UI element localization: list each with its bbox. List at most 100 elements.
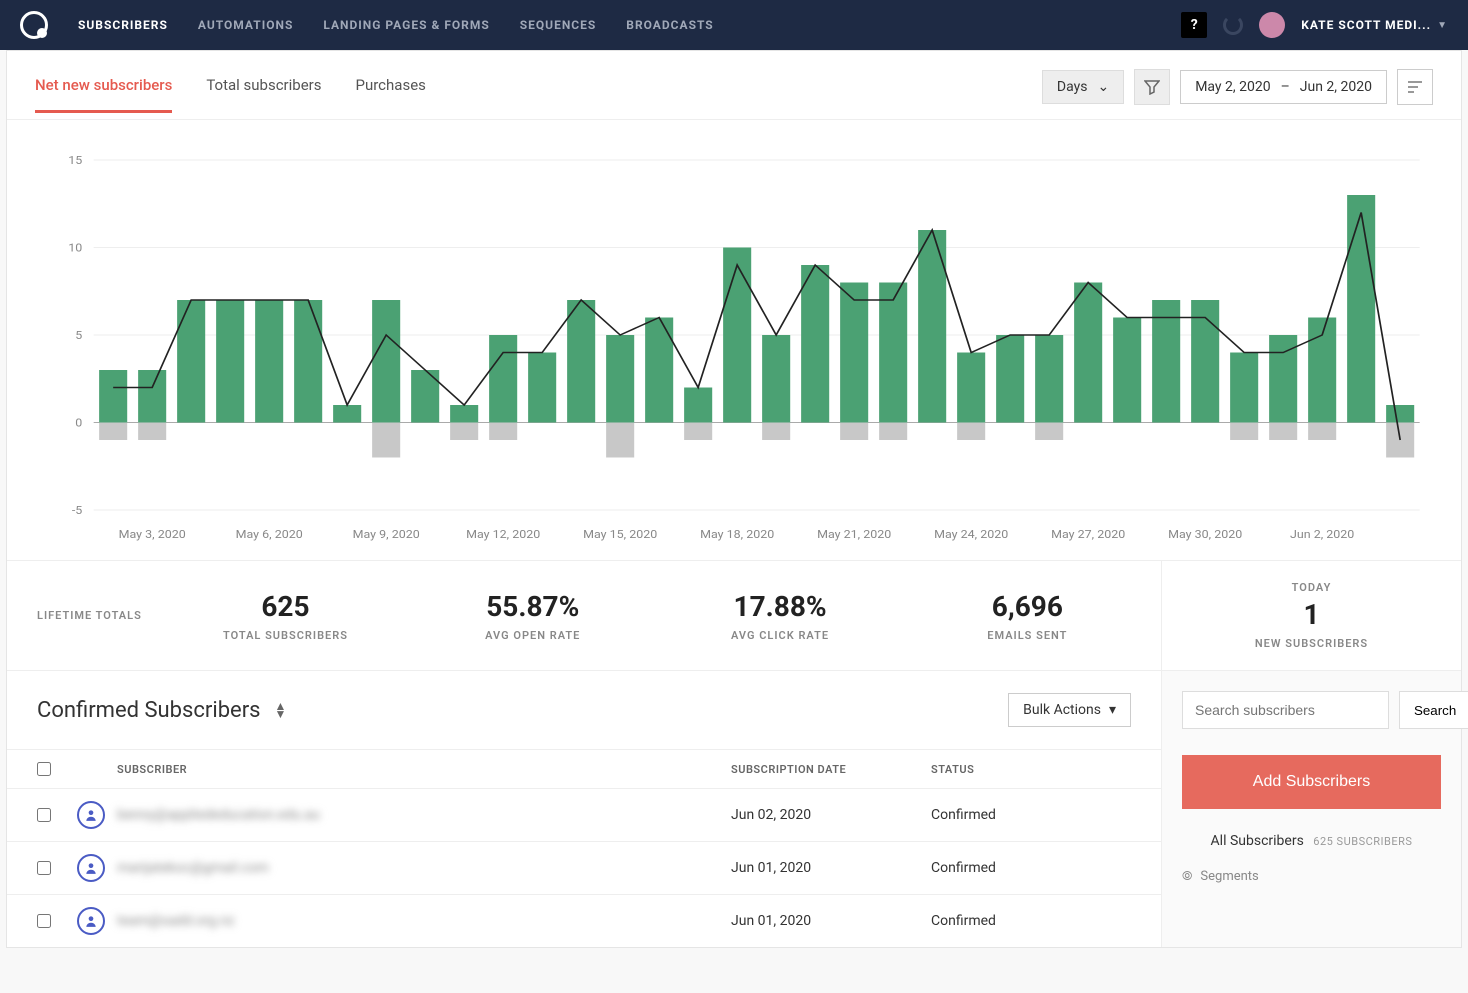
subscriber-email: team@sadd.org.nz [117,913,731,929]
caret-down-icon: ▾ [1109,702,1116,718]
stat-cap: AVG OPEN RATE [429,629,636,642]
subscription-date: Jun 01, 2020 [731,860,931,876]
today-block: TODAY 1 NEW SUBSCRIBERS [1161,561,1461,670]
tab-purchases[interactable]: Purchases [356,76,426,113]
sidebar-panel: Search Add Subscribers All Subscribers 6… [1161,671,1461,947]
segments-icon: ⦾ [1182,869,1192,884]
date-to: Jun 2, 2020 [1300,79,1372,95]
sort-toggle[interactable]: ▲▼ [275,702,287,718]
subscribers-list: Confirmed Subscribers ▲▼ Bulk Actions ▾ … [7,671,1161,947]
svg-text:May 12, 2020: May 12, 2020 [466,528,540,541]
funnel-icon [1144,79,1160,95]
add-subscribers-button[interactable]: Add Subscribers [1182,755,1441,809]
user-name-label: KATE SCOTT MEDI... [1301,18,1431,32]
svg-text:May 6, 2020: May 6, 2020 [236,528,303,541]
logo-icon[interactable] [20,11,48,39]
search-row: Search [1182,691,1441,729]
all-subs-label: All Subscribers [1211,833,1304,849]
table-row[interactable]: benny@appliededucation.edu.au Jun 02, 20… [7,788,1161,841]
user-icon [77,907,105,935]
segments-row[interactable]: ⦾ Segments [1182,869,1441,884]
date-from: May 2, 2020 [1195,79,1270,95]
list-title-text: Confirmed Subscribers [37,698,261,723]
chevron-down-icon: ▼ [1437,20,1448,31]
nav-sequences[interactable]: SEQUENCES [520,0,597,50]
subscription-date: Jun 01, 2020 [731,913,931,929]
tab-net-new[interactable]: Net new subscribers [35,76,172,113]
svg-text:May 3, 2020: May 3, 2020 [119,528,186,541]
stat-cap: AVG CLICK RATE [676,629,883,642]
select-all-checkbox[interactable] [37,762,51,776]
lifetime-label: LIFETIME TOTALS [37,609,142,622]
table-header: SUBSCRIBER SUBSCRIPTION DATE STATUS [7,749,1161,788]
col-date: SUBSCRIPTION DATE [731,763,931,776]
svg-text:May 30, 2020: May 30, 2020 [1168,528,1242,541]
all-subscribers-link[interactable]: All Subscribers 625 SUBSCRIBERS [1182,833,1441,849]
sort-button[interactable] [1397,69,1433,105]
avatar[interactable] [1259,12,1285,38]
list-header: Confirmed Subscribers ▲▼ Bulk Actions ▾ [7,671,1161,749]
table-row[interactable]: marijatekoc@gmail.com Jun 01, 2020 Confi… [7,841,1161,894]
today-cap: NEW SUBSCRIBERS [1255,637,1368,650]
user-menu[interactable]: KATE SCOTT MEDI... ▼ [1301,18,1448,32]
granularity-label: Days [1057,79,1088,95]
search-button[interactable]: Search [1399,691,1468,729]
date-separator: – [1281,79,1290,95]
top-navbar: SUBSCRIBERS AUTOMATIONS LANDING PAGES & … [0,0,1468,50]
today-label: TODAY [1292,581,1332,594]
totals-left: LIFETIME TOTALS 625 TOTAL SUBSCRIBERS 55… [7,561,1161,670]
chevron-down-icon: ⌄ [1097,79,1109,95]
stat-emails-sent: 6,696 EMAILS SENT [924,590,1131,642]
bottom-section: Confirmed Subscribers ▲▼ Bulk Actions ▾ … [7,670,1461,947]
row-checkbox[interactable] [37,861,51,875]
sort-icon [1407,80,1423,94]
nav-automations[interactable]: AUTOMATIONS [198,0,293,50]
subtabs-right: Days ⌄ May 2, 2020 – Jun 2, 2020 [1042,69,1433,119]
row-checkbox[interactable] [37,914,51,928]
stat-cap: EMAILS SENT [924,629,1131,642]
stat-click-rate: 17.88% AVG CLICK RATE [676,590,883,642]
nav-broadcasts[interactable]: BROADCASTS [626,0,713,50]
tab-total[interactable]: Total subscribers [206,76,321,113]
granularity-select[interactable]: Days ⌄ [1042,70,1124,104]
svg-text:May 24, 2020: May 24, 2020 [934,528,1008,541]
all-subs-count: 625 SUBSCRIBERS [1313,835,1412,848]
bulk-label: Bulk Actions [1023,702,1101,718]
svg-text:5: 5 [75,329,82,342]
stat-total-subs: 625 TOTAL SUBSCRIBERS [182,590,389,642]
stat-num: 6,696 [924,590,1131,623]
user-icon [77,854,105,882]
loading-icon [1223,15,1243,35]
lifetime-totals: LIFETIME TOTALS 625 TOTAL SUBSCRIBERS 55… [7,560,1461,670]
svg-text:0: 0 [75,416,82,429]
svg-text:May 18, 2020: May 18, 2020 [700,528,774,541]
bulk-actions-button[interactable]: Bulk Actions ▾ [1008,693,1131,727]
stat-num: 625 [182,590,389,623]
search-input[interactable] [1182,691,1389,729]
subscription-status: Confirmed [931,860,1131,876]
date-range-picker[interactable]: May 2, 2020 – Jun 2, 2020 [1180,70,1387,104]
subscribers-chart: -5051015May 3, 2020May 6, 2020May 9, 202… [37,150,1431,550]
list-title: Confirmed Subscribers ▲▼ [37,698,286,723]
stat-cap: TOTAL SUBSCRIBERS [182,629,389,642]
today-num: 1 [1303,598,1319,631]
subscriber-email: marijatekoc@gmail.com [117,860,731,876]
stat-num: 17.88% [676,590,883,623]
svg-text:15: 15 [68,154,82,167]
svg-text:May 27, 2020: May 27, 2020 [1051,528,1125,541]
svg-text:10: 10 [68,241,82,254]
nav-left: SUBSCRIBERS AUTOMATIONS LANDING PAGES & … [20,0,714,53]
main-panel: Net new subscribers Total subscribers Pu… [6,50,1462,948]
nav-right: ? KATE SCOTT MEDI... ▼ [1181,12,1448,38]
svg-text:Jun 2, 2020: Jun 2, 2020 [1290,528,1354,541]
nav-landing-pages[interactable]: LANDING PAGES & FORMS [323,0,489,50]
table-row[interactable]: team@sadd.org.nz Jun 01, 2020 Confirmed [7,894,1161,947]
row-checkbox[interactable] [37,808,51,822]
nav-subscribers[interactable]: SUBSCRIBERS [78,0,168,53]
filter-button[interactable] [1134,69,1170,105]
subscriber-email: benny@appliededucation.edu.au [117,807,731,823]
user-icon [77,801,105,829]
stat-num: 55.87% [429,590,636,623]
help-button[interactable]: ? [1181,12,1207,38]
subtabs-left: Net new subscribers Total subscribers Pu… [35,76,426,113]
